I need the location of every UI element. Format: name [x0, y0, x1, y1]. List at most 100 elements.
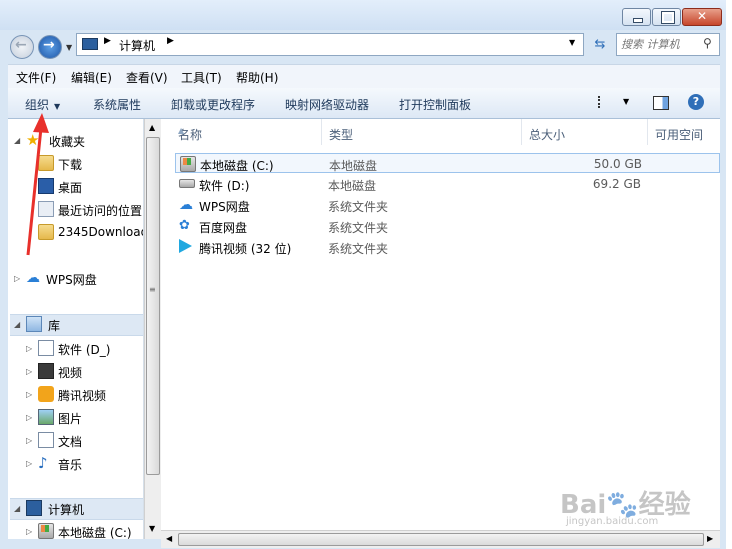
menu-edit[interactable]: 编辑(E) — [71, 69, 112, 86]
tree-desktop[interactable]: 桌面 — [26, 177, 143, 197]
table-row[interactable]: 软件 (D:) 本地磁盘 69.2 GB — [175, 174, 720, 194]
baidu-cloud-icon: ✿ — [179, 218, 190, 233]
tree-downloads[interactable]: 下载 — [26, 154, 143, 174]
row-name: 本地磁盘 (C:) — [200, 159, 274, 173]
tree-computer[interactable]: ◢ 计算机 — [10, 498, 143, 520]
command-bar: 组织 ▼ 系统属性 卸载或更改程序 映射网络驱动器 打开控制面板 ▼ ? — [8, 88, 720, 119]
file-list-horizontal-scrollbar[interactable]: ◀ ▶ — [161, 530, 720, 548]
address-bar[interactable]: ▶ 计算机 ▶ ▼ — [76, 33, 584, 56]
search-icon[interactable]: ⚲ — [703, 36, 712, 50]
expand-icon[interactable]: ▷ — [26, 436, 32, 445]
refresh-button[interactable]: ⇆ — [587, 33, 613, 56]
menu-tools[interactable]: 工具(T) — [181, 69, 222, 86]
refresh-icon: ⇆ — [594, 37, 606, 52]
tree-desktop-label: 桌面 — [58, 181, 83, 195]
tree-libraries[interactable]: ◢ 库 — [10, 314, 143, 336]
collapse-icon[interactable]: ◢ — [14, 504, 20, 513]
column-header-type[interactable]: 类型 — [321, 119, 522, 145]
system-drive-icon — [38, 523, 54, 539]
tree-lib-music-label: 音乐 — [58, 458, 83, 472]
map-network-drive-button[interactable]: 映射网络驱动器 — [285, 96, 369, 113]
change-view-icon[interactable] — [598, 96, 614, 108]
system-properties-button[interactable]: 系统属性 — [93, 96, 141, 113]
menu-help[interactable]: 帮助(H) — [236, 69, 278, 86]
expand-icon[interactable]: ▷ — [26, 344, 32, 353]
column-header-free-space[interactable]: 可用空间 — [647, 119, 720, 145]
tree-lib-videos[interactable]: ▷ 视频 — [26, 362, 143, 382]
column-header-type-label: 类型 — [329, 128, 354, 142]
table-row[interactable]: ✿ 百度网盘 系统文件夹 — [175, 216, 720, 236]
tree-lib-documents[interactable]: ▷ 文档 — [26, 431, 143, 451]
recent-pages-dropdown-icon[interactable]: ▼ — [66, 43, 72, 52]
help-icon[interactable]: ? — [688, 94, 704, 110]
maximize-button[interactable] — [652, 8, 681, 26]
close-button[interactable] — [682, 8, 722, 26]
scroll-right-icon[interactable]: ▶ — [707, 534, 713, 543]
file-list: 名称 ▲ 类型 总大小 可用空间 本地磁盘 (C:) 本地磁盘 50.0 GB … — [161, 119, 720, 530]
expand-icon[interactable]: ▷ — [26, 413, 32, 422]
tree-lib-videos-label: 视频 — [58, 366, 83, 380]
row-type: 本地磁盘 — [329, 159, 378, 173]
expand-icon[interactable]: ▷ — [14, 274, 20, 283]
videos-icon — [38, 363, 54, 379]
row-name: 百度网盘 — [199, 221, 248, 235]
tree-computer-c-drive[interactable]: ▷ 本地磁盘 (C:) — [26, 522, 143, 539]
table-row[interactable]: 本地磁盘 (C:) 本地磁盘 50.0 GB — [175, 153, 720, 173]
scroll-thumb[interactable] — [146, 137, 160, 475]
table-row[interactable]: ☁ WPS网盘 系统文件夹 — [175, 195, 720, 215]
tree-favorites[interactable]: ◢ ★ 收藏夹 — [14, 131, 143, 151]
preview-pane-icon[interactable] — [653, 96, 669, 110]
scroll-down-icon[interactable]: ▼ — [149, 524, 155, 533]
address-path[interactable]: 计算机 — [119, 37, 155, 54]
tree-lib-music[interactable]: ▷ ♪ 音乐 — [26, 454, 143, 474]
tree-wps-cloud[interactable]: ▷ ☁ WPS网盘 — [14, 269, 143, 289]
nav-pane-scrollbar[interactable]: ▲ ≡ ▼ — [144, 119, 161, 539]
expand-icon[interactable]: ▷ — [26, 527, 32, 536]
expand-icon[interactable]: ▷ — [26, 390, 32, 399]
tree-lib-tencent-video[interactable]: ▷ 腾讯视频 — [26, 385, 143, 405]
organize-button[interactable]: 组织 ▼ — [25, 96, 60, 113]
minimize-button[interactable] — [622, 8, 651, 26]
library-drive-icon — [38, 340, 54, 356]
tree-2345downloads[interactable]: 2345Downloads — [26, 223, 143, 243]
open-control-panel-button[interactable]: 打开控制面板 — [399, 96, 471, 113]
sort-ascending-icon: ▲ — [178, 126, 185, 135]
uninstall-program-button[interactable]: 卸载或更改程序 — [171, 96, 255, 113]
scroll-thumb[interactable] — [178, 533, 704, 546]
column-header-name[interactable]: 名称 ▲ — [161, 119, 322, 145]
drive-icon — [179, 179, 195, 188]
scroll-left-icon[interactable]: ◀ — [166, 534, 172, 543]
computer-icon — [26, 500, 42, 516]
forward-arrow-icon: → — [43, 37, 55, 53]
tree-downloads-label: 下载 — [58, 158, 83, 172]
scroll-grip-icon: ≡ — [149, 285, 156, 294]
forward-button[interactable]: → — [38, 35, 62, 59]
row-name: WPS网盘 — [199, 200, 250, 214]
collapse-icon[interactable]: ◢ — [14, 320, 20, 329]
scroll-up-icon[interactable]: ▲ — [149, 123, 155, 132]
computer-icon — [82, 38, 98, 50]
tree-recent-places[interactable]: 最近访问的位置 — [26, 200, 143, 220]
tree-lib-pictures[interactable]: ▷ 图片 — [26, 408, 143, 428]
collapse-icon[interactable]: ◢ — [14, 136, 20, 145]
breadcrumb-chevron-icon[interactable]: ▶ — [104, 36, 111, 46]
breadcrumb-chevron-icon[interactable]: ▶ — [167, 36, 174, 46]
search-input[interactable] — [621, 36, 699, 52]
menu-file[interactable]: 文件(F) — [16, 69, 56, 86]
table-row[interactable]: 腾讯视频 (32 位) 系统文件夹 — [175, 237, 720, 257]
menu-view[interactable]: 查看(V) — [126, 69, 168, 86]
column-header-total-size[interactable]: 总大小 — [521, 119, 648, 145]
address-dropdown-icon[interactable]: ▼ — [569, 38, 575, 47]
back-button[interactable]: ← — [10, 35, 34, 59]
baidu-watermark-url: jingyan.baidu.com — [566, 516, 659, 527]
row-type: 系统文件夹 — [328, 242, 389, 256]
expand-icon[interactable]: ▷ — [26, 459, 32, 468]
downloads-folder-icon — [38, 155, 54, 171]
search-box[interactable]: ⚲ — [616, 33, 720, 56]
tencent-video-folder-icon — [38, 386, 54, 402]
tree-lib-software[interactable]: ▷ 软件 (D_) — [26, 339, 143, 359]
view-dropdown-icon[interactable]: ▼ — [623, 97, 629, 106]
row-size: 50.0 GB — [593, 157, 642, 171]
expand-icon[interactable]: ▷ — [26, 367, 32, 376]
tree-lib-pictures-label: 图片 — [58, 412, 83, 426]
